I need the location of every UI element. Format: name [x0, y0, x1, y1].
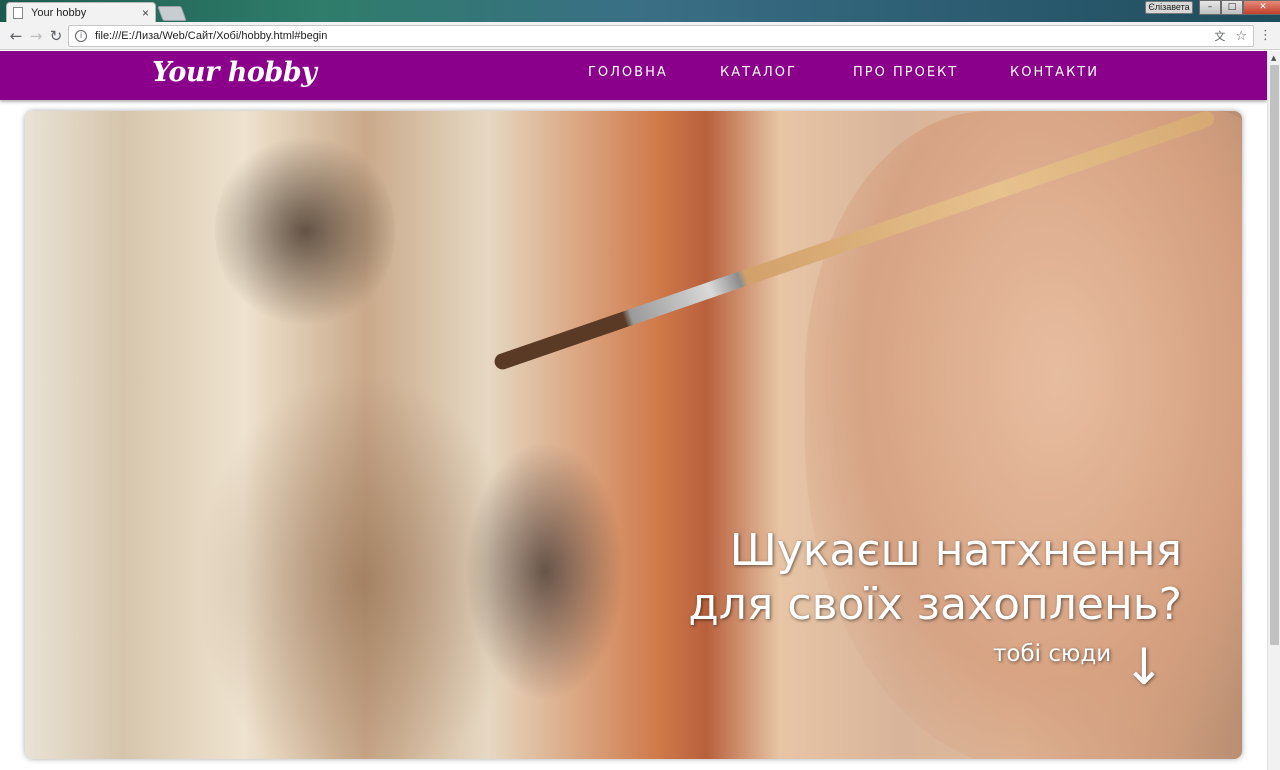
reload-icon[interactable]: ↻ [46, 26, 66, 46]
tab-title: Your hobby [31, 6, 87, 19]
translate-icon[interactable]: 文 [1214, 28, 1225, 44]
hero-cta-text[interactable]: тобі сюди [993, 641, 1111, 667]
browser-menu-icon[interactable]: ⋮ [1259, 27, 1272, 45]
minimize-button[interactable]: – [1199, 0, 1221, 15]
new-tab-button[interactable] [157, 6, 187, 21]
profile-button[interactable]: Єлізавета [1145, 1, 1193, 14]
site-header: Your hobby ГОЛОВНА КАТАЛОГ ПРО ПРОЕКТ КО… [0, 51, 1267, 100]
nav-home[interactable]: ГОЛОВНА [588, 65, 668, 80]
arrow-down-icon[interactable]: ↓ [1123, 637, 1165, 697]
nav-catalog[interactable]: КАТАЛОГ [720, 65, 797, 80]
maximize-button[interactable]: □ [1221, 0, 1243, 15]
nav-about[interactable]: ПРО ПРОЕКТ [853, 65, 958, 80]
hero-headline-line2: для своїх захоплень? [688, 579, 1182, 630]
hero-headline-line1: Шукаєш натхнення [729, 525, 1182, 576]
browser-toolbar: ← → ↻ i file:///E:/Лиза/Web/Сайт/Хобі/ho… [0, 22, 1280, 50]
nav-contacts[interactable]: КОНТАКТИ [1010, 65, 1099, 80]
main-nav: ГОЛОВНА КАТАЛОГ ПРО ПРОЕКТ КОНТАКТИ [0, 51, 1267, 100]
window-controls: – □ ✕ [1199, 0, 1280, 15]
forward-icon[interactable]: → [26, 26, 46, 46]
browser-tab[interactable]: Your hobby × [6, 2, 156, 22]
bookmark-star-icon[interactable]: ☆ [1235, 29, 1247, 44]
back-icon[interactable]: ← [6, 26, 26, 46]
scroll-thumb[interactable] [1270, 65, 1279, 645]
tab-close-icon[interactable]: × [142, 6, 149, 20]
scroll-up-icon[interactable]: ▲ [1271, 54, 1276, 62]
info-icon[interactable]: i [75, 30, 87, 42]
page-icon [13, 6, 23, 19]
page-scrollbar[interactable]: ▲ [1267, 51, 1280, 770]
hero-banner: Шукаєш натхнення для своїх захоплень? то… [25, 111, 1242, 759]
hero-image-detail [215, 131, 395, 331]
browser-titlebar: Your hobby × Єлізавета – □ ✕ [0, 0, 1280, 22]
address-bar[interactable]: i file:///E:/Лиза/Web/Сайт/Хобі/hobby.ht… [68, 25, 1254, 47]
url-text[interactable]: file:///E:/Лиза/Web/Сайт/Хобі/hobby.html… [95, 30, 1214, 42]
close-window-button[interactable]: ✕ [1243, 0, 1280, 15]
